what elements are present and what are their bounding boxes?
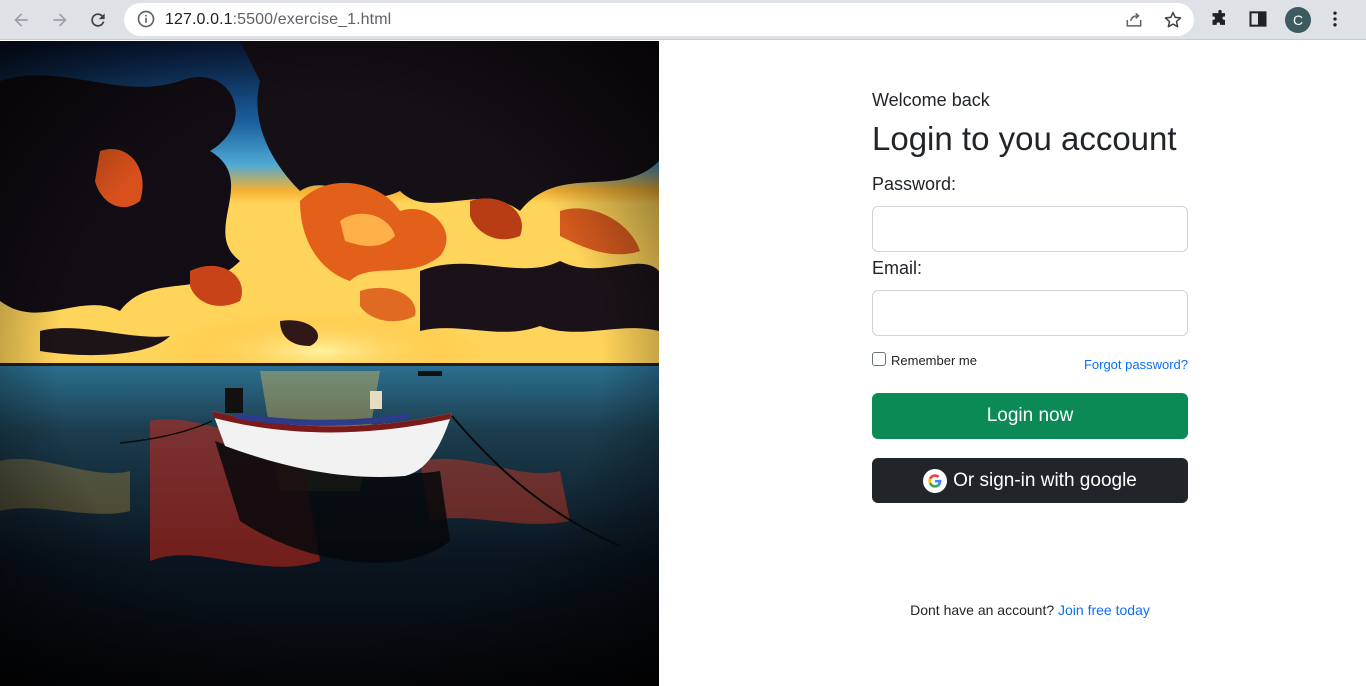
signup-text: Dont have an account? xyxy=(910,602,1055,618)
profile-avatar[interactable]: C xyxy=(1285,7,1311,33)
welcome-text: Welcome back xyxy=(872,90,990,110)
avatar-letter: C xyxy=(1292,12,1304,28)
puzzle-icon[interactable] xyxy=(1208,7,1232,31)
remember-checkbox[interactable] xyxy=(872,351,886,366)
reload-button[interactable] xyxy=(84,6,112,34)
remember-label: Remember me xyxy=(891,353,977,368)
browser-toolbar: 127.0.0.1:5500/exercise_1.html C xyxy=(0,0,1366,40)
login-panel: Welcome back Login to you account Passwo… xyxy=(872,41,1188,686)
google-button-label: Or sign-in with google xyxy=(953,469,1137,491)
password-field[interactable] xyxy=(872,206,1188,252)
share-icon[interactable] xyxy=(1123,9,1145,31)
google-signin-button[interactable]: Or sign-in with google xyxy=(872,458,1188,503)
url-host: 127.0.0.1 xyxy=(165,11,233,28)
kebab-menu-icon[interactable] xyxy=(1323,7,1347,31)
email-field[interactable] xyxy=(872,290,1188,336)
url-text[interactable]: 127.0.0.1:5500/exercise_1.html xyxy=(165,11,391,29)
address-bar[interactable]: 127.0.0.1:5500/exercise_1.html xyxy=(124,3,1194,36)
forgot-password-link[interactable]: Forgot password? xyxy=(1084,357,1188,372)
back-button[interactable] xyxy=(7,6,35,34)
hero-image xyxy=(0,41,659,686)
url-path: :5500/exercise_1.html xyxy=(232,11,392,28)
signup-prompt: Dont have an account? Join free today xyxy=(872,602,1188,618)
forward-button[interactable] xyxy=(46,6,74,34)
side-panel-icon[interactable] xyxy=(1246,7,1270,31)
login-button[interactable]: Login now xyxy=(872,393,1188,439)
remember-me: Remember me xyxy=(872,351,977,368)
star-icon[interactable] xyxy=(1162,9,1184,31)
google-logo-icon xyxy=(923,468,948,493)
info-icon[interactable] xyxy=(136,9,156,29)
page-title: Login to you account xyxy=(872,120,1177,157)
join-free-link[interactable]: Join free today xyxy=(1058,602,1150,618)
email-label: Email: xyxy=(872,258,923,278)
back-arrow-icon xyxy=(14,13,28,27)
password-label: Password: xyxy=(872,174,957,194)
forward-arrow-icon xyxy=(53,13,67,27)
reload-icon xyxy=(91,13,105,27)
